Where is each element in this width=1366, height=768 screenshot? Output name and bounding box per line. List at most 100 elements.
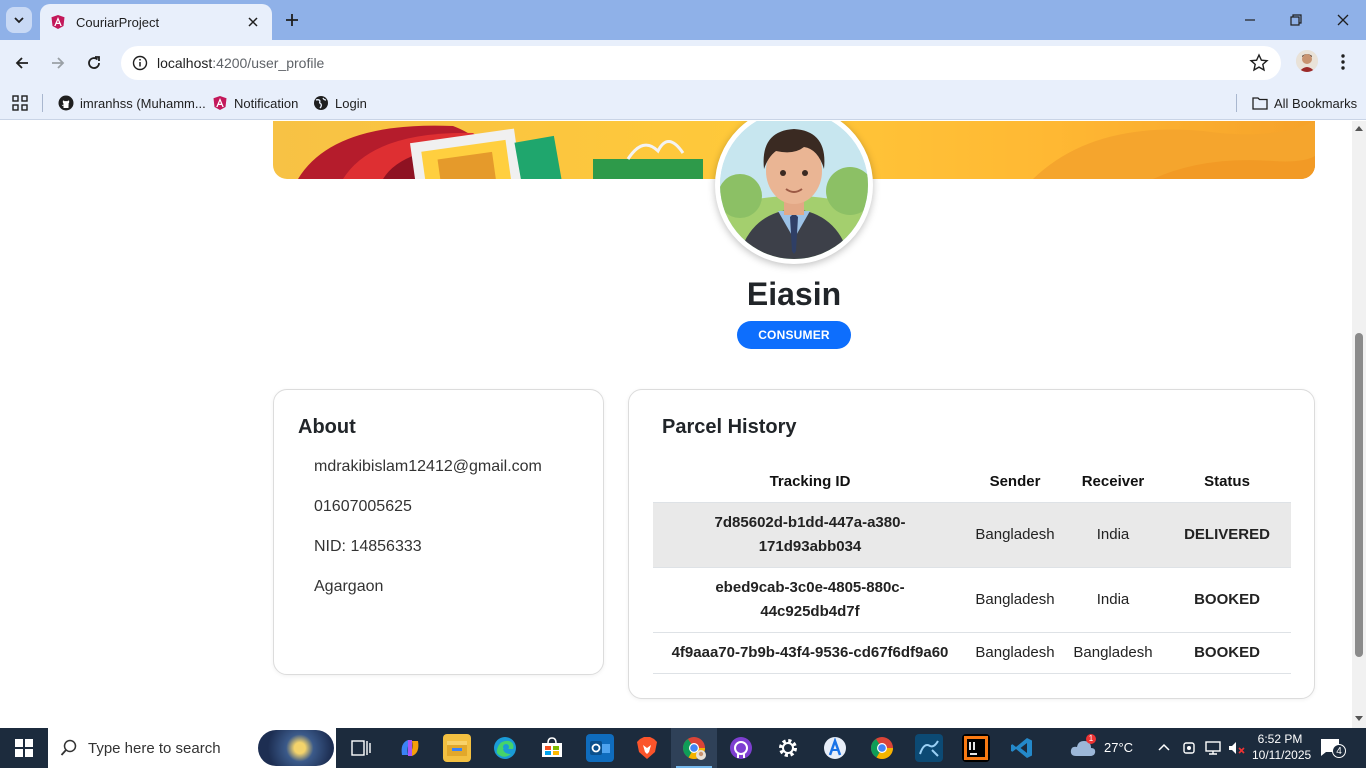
status-cell: BOOKED: [1163, 567, 1291, 633]
sender-cell: Bangladesh: [967, 567, 1063, 633]
page-scrollbar[interactable]: [1352, 121, 1366, 728]
more-vertical-icon: [1341, 54, 1345, 70]
edge-icon[interactable]: [491, 734, 519, 762]
minimize-icon: [1245, 19, 1255, 21]
browser-toolbar: localhost:4200/user_profile: [0, 40, 1366, 86]
profile-avatar: [715, 121, 873, 264]
bookmark-login[interactable]: Login: [313, 93, 367, 113]
angular-icon: [51, 15, 65, 29]
restore-button[interactable]: [1284, 8, 1308, 32]
intellij-icon[interactable]: [962, 734, 990, 762]
parcel-history-card: Parcel History Tracking ID Sender Receiv…: [628, 389, 1315, 699]
all-bookmarks-button[interactable]: All Bookmarks: [1252, 93, 1357, 113]
apps-grid-icon: [12, 95, 28, 111]
column-header-tracking-id: Tracking ID: [653, 462, 967, 503]
page-viewport: Eiasin CONSUMER About mdrakibislam12412@…: [0, 121, 1352, 728]
bookmark-label: Login: [335, 95, 367, 111]
chevron-down-icon: [14, 17, 24, 24]
reload-button[interactable]: [82, 51, 106, 75]
status-cell: DELIVERED: [1163, 502, 1291, 568]
tracking-id-cell: ebed9cab-3c0e-4805-880c- 44c925db4d7f: [653, 567, 967, 633]
profile-name: Eiasin: [746, 276, 842, 312]
clock-date: 10/11/2025: [1252, 748, 1312, 762]
chrome-icon[interactable]: [868, 734, 896, 762]
scroll-up-icon[interactable]: [1355, 126, 1363, 131]
microsoft-store-icon[interactable]: [538, 734, 566, 762]
bookmark-notification[interactable]: Notification: [212, 93, 298, 113]
bookmarks-divider: [1236, 94, 1237, 112]
role-badge: CONSUMER: [737, 321, 851, 349]
about-card: About mdrakibislam12412@gmail.com 016070…: [273, 389, 604, 675]
apps-button[interactable]: [12, 93, 34, 113]
bookmark-label: Notification: [234, 95, 299, 111]
browser-menu-button[interactable]: [1334, 52, 1352, 72]
bookmark-label: imranhss (Muhamm...: [80, 95, 206, 111]
browser-tab[interactable]: CouriarProject: [40, 4, 272, 40]
tracking-id-cell: 4f9aaa70-7b9b-43f4-9536-cd67f6df9a60: [653, 632, 967, 674]
parcel-history-title: Parcel History: [662, 416, 797, 438]
column-header-sender: Sender: [967, 462, 1063, 503]
copilot-icon[interactable]: [396, 734, 424, 762]
parcel-history-table: Tracking ID Sender Receiver Status 7d856…: [653, 462, 1291, 674]
sender-cell: Bangladesh: [967, 502, 1063, 568]
weather-alert-badge: 1: [1086, 734, 1096, 744]
about-email: mdrakibislam12412@gmail.com: [314, 458, 542, 475]
tracking-id-cell: 7d85602d-b1dd-447a-a380- 171d93abb034: [653, 502, 967, 568]
windows-taskbar: Type here to search 1 27°C 6:52 PM 10/11…: [0, 728, 1366, 768]
arrow-right-icon: [52, 57, 65, 69]
new-tab-button[interactable]: [282, 10, 302, 30]
forward-button[interactable]: [46, 51, 70, 75]
receiver-cell: India: [1063, 502, 1163, 568]
close-tab-icon[interactable]: [244, 13, 262, 31]
minimize-button[interactable]: [1238, 8, 1262, 32]
angular-icon: [213, 96, 227, 110]
arrow-left-icon: [15, 57, 28, 69]
back-button[interactable]: [10, 51, 34, 75]
github-desktop-icon[interactable]: [727, 734, 755, 762]
vscode-icon[interactable]: [1008, 734, 1036, 762]
meet-now-icon[interactable]: [1182, 740, 1196, 756]
status-cell: BOOKED: [1163, 632, 1291, 674]
taskbar-search-box[interactable]: Type here to search: [48, 728, 336, 768]
close-window-button[interactable]: [1331, 8, 1355, 32]
receiver-cell: Bangladesh: [1063, 632, 1163, 674]
volume-muted-icon[interactable]: [1228, 740, 1246, 756]
android-studio-icon[interactable]: [821, 734, 849, 762]
notification-center-button[interactable]: 4: [1320, 738, 1346, 760]
settings-gear-icon[interactable]: [774, 734, 802, 762]
search-placeholder: Type here to search: [88, 739, 221, 757]
mysql-workbench-icon[interactable]: [915, 734, 943, 762]
scroll-down-icon[interactable]: [1355, 716, 1363, 721]
bookmark-github[interactable]: imranhss (Muhamm...: [58, 93, 206, 113]
search-highlight-image: [258, 730, 334, 766]
restore-icon: [1290, 14, 1302, 26]
plus-icon: [286, 14, 298, 26]
bookmark-star-icon[interactable]: [1249, 53, 1269, 73]
column-header-receiver: Receiver: [1063, 462, 1163, 503]
table-row[interactable]: 4f9aaa70-7b9b-43f4-9536-cd67f6df9a60 Ban…: [653, 632, 1291, 674]
table-row[interactable]: ebed9cab-3c0e-4805-880c- 44c925db4d7f Ban…: [653, 567, 1291, 633]
table-row[interactable]: 7d85602d-b1dd-447a-a380- 171d93abb034 Ban…: [653, 502, 1291, 568]
globe-icon: [314, 96, 328, 110]
network-icon[interactable]: [1204, 740, 1222, 756]
weather-widget[interactable]: 1 27°C: [1070, 734, 1138, 762]
about-phone: 01607005625: [314, 498, 412, 515]
brave-icon[interactable]: [633, 734, 661, 762]
url-text: localhost:4200/user_profile: [157, 55, 325, 71]
column-header-status: Status: [1163, 462, 1291, 503]
address-bar[interactable]: localhost:4200/user_profile: [121, 46, 1281, 80]
chevron-up-icon[interactable]: [1158, 742, 1170, 752]
outlook-icon[interactable]: [586, 734, 614, 762]
start-button[interactable]: [0, 728, 48, 768]
chrome-profile-icon[interactable]: [680, 734, 708, 762]
system-clock[interactable]: 6:52 PM 10/11/2025: [1252, 731, 1312, 763]
tab-search-button[interactable]: [6, 7, 32, 33]
search-icon: [60, 739, 77, 756]
windows-logo-icon: [15, 739, 33, 757]
task-view-icon[interactable]: [347, 734, 375, 762]
profile-avatar-button[interactable]: [1296, 50, 1318, 72]
site-info-icon[interactable]: [129, 52, 151, 74]
scroll-thumb[interactable]: [1355, 333, 1363, 657]
reload-icon: [88, 56, 100, 69]
file-explorer-icon[interactable]: [443, 734, 471, 762]
